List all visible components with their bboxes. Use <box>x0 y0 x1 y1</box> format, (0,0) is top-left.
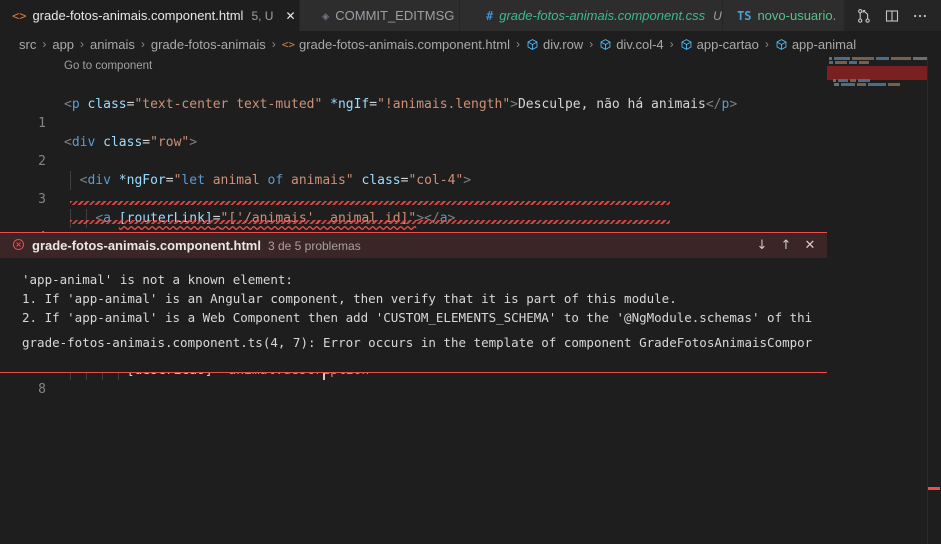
breadcrumb-label: app <box>52 36 75 52</box>
code-editor[interactable]: Go to component 1 <p class="text-center … <box>0 57 941 544</box>
tab-label: grade-fotos-animais.component.css <box>499 8 706 23</box>
symbol-cube-icon <box>599 38 612 51</box>
breadcrumb-item-div-col-4[interactable]: div.col-4 <box>598 37 664 52</box>
symbol-cube-icon <box>680 38 693 51</box>
typescript-file-icon: TS <box>737 8 752 23</box>
line-number: 2 <box>38 154 46 169</box>
more-actions-icon[interactable] <box>907 3 933 29</box>
breadcrumb: src › app › animais › grade-fotos-animai… <box>0 31 941 57</box>
tab-badge: 5, U <box>251 8 274 23</box>
problem-source-location: grade-fotos-animais.component.ts(4, 7): … <box>22 335 813 350</box>
line-number: 1 <box>38 116 46 131</box>
minimap-line <box>829 57 927 60</box>
breadcrumb-item-src[interactable]: src <box>18 37 37 52</box>
breadcrumb-label: app-cartao <box>696 36 759 52</box>
codelens-go-to-component[interactable]: Go to component <box>64 57 152 76</box>
breadcrumb-separator-icon: › <box>589 37 594 51</box>
code-line-2: 2 <div class="row"> <box>0 133 941 169</box>
breadcrumb-separator-icon: › <box>140 37 145 51</box>
previous-problem-icon[interactable]: ↑ <box>776 236 796 256</box>
breadcrumb-item-animais[interactable]: animais <box>89 37 136 52</box>
breadcrumb-item-file[interactable]: <> grade-fotos-animais.component.html <box>281 37 511 52</box>
tab-novo-usuario[interactable]: TS novo-usuario. <box>723 0 845 31</box>
problem-message: 'app-animal' is not a known element: 1. … <box>0 258 828 327</box>
breadcrumb-label: animais <box>90 36 135 52</box>
problem-filename: grade-fotos-animais.component.html <box>32 238 261 253</box>
open-changes-icon[interactable] <box>851 3 877 29</box>
code-text: <a [routerLink]="['/animais', animal.id]… <box>95 211 456 226</box>
problem-message-line: 1. If 'app-animal' is an Angular compone… <box>22 291 677 306</box>
tab-badge: U <box>713 8 722 23</box>
overview-ruler-error-mark <box>928 487 940 490</box>
breadcrumb-label: div.row <box>542 36 584 52</box>
tab-commit-editmsg[interactable]: ◈ COMMIT_EDITMSG <box>300 0 460 31</box>
tab-close-icon[interactable]: ✕ <box>285 8 295 24</box>
codelens-row: Go to component <box>0 57 941 76</box>
breadcrumb-label: app-animal <box>791 36 857 52</box>
breadcrumb-separator-icon: › <box>669 37 674 51</box>
close-panel-icon[interactable]: ✕ <box>800 236 820 256</box>
breadcrumb-label: grade-fotos-animais.component.html <box>298 36 510 52</box>
problem-count: 3 de 5 problemas <box>267 238 361 253</box>
code-text: <div *ngFor="let animal of animais" clas… <box>79 173 472 188</box>
tab-grade-fotos-animais-css[interactable]: # grade-fotos-animais.component.css U <box>460 0 723 31</box>
minimap-line <box>833 79 927 82</box>
error-squiggle-block <box>70 220 670 224</box>
breadcrumb-label: div.col-4 <box>616 36 664 52</box>
breadcrumb-separator-icon: › <box>271 37 276 51</box>
html-file-icon: <> <box>12 8 27 23</box>
code-line-4: 4 <a [routerLink]="['/animais', animal.i… <box>0 209 941 245</box>
editor-actions <box>851 0 941 31</box>
git-file-icon: ◈ <box>322 8 330 23</box>
next-problem-icon[interactable]: ↓ <box>752 236 772 256</box>
minimap-error-highlight <box>827 66 927 80</box>
overview-ruler[interactable] <box>927 57 941 544</box>
breadcrumb-label: src <box>19 36 37 52</box>
breadcrumb-item-grade-fotos-animais[interactable]: grade-fotos-animais <box>150 37 267 52</box>
error-circle-icon <box>12 238 25 253</box>
line-number: 3 <box>38 192 46 207</box>
breadcrumb-separator-icon: › <box>764 37 769 51</box>
html-file-icon: <> <box>281 37 295 51</box>
code-text: <div class="row"> <box>64 135 198 150</box>
problem-hover-panel[interactable]: grade-fotos-animais.component.html 3 de … <box>0 232 828 373</box>
code-line-1: 1 <p class="text-center text-muted" *ngI… <box>0 95 941 131</box>
split-editor-vertical-icon[interactable] <box>879 3 905 29</box>
css-file-icon: # <box>486 8 494 23</box>
error-squiggle-block <box>70 201 670 205</box>
line-number: 8 <box>38 382 46 397</box>
problem-message-line: 'app-animal' is not a known element: <box>22 272 293 287</box>
vscode-window: <> grade-fotos-animais.component.html 5,… <box>0 0 941 544</box>
tab-label: novo-usuario. <box>757 8 837 23</box>
breadcrumb-separator-icon: › <box>515 37 520 51</box>
breadcrumb-separator-icon: › <box>80 37 85 51</box>
minimap[interactable] <box>827 57 927 544</box>
editor-tab-bar: <> grade-fotos-animais.component.html 5,… <box>0 0 941 31</box>
breadcrumb-item-app-animal[interactable]: app-animal <box>774 37 857 52</box>
breadcrumb-label: grade-fotos-animais <box>150 36 266 52</box>
tab-label: COMMIT_EDITMSG <box>335 8 455 23</box>
problem-message-line: 2. If 'app-animal' is a Web Component th… <box>22 310 813 325</box>
code-text: <p class="text-center text-muted" *ngIf=… <box>64 97 738 112</box>
symbol-cube-icon <box>775 38 788 51</box>
symbol-cube-icon <box>526 38 539 51</box>
breadcrumb-item-app[interactable]: app <box>51 37 75 52</box>
minimap-line <box>829 61 927 64</box>
problem-panel-header: grade-fotos-animais.component.html 3 de … <box>0 233 828 258</box>
tab-label: grade-fotos-animais.component.html <box>32 8 244 23</box>
code-line-3: 3 <div *ngFor="let animal of animais" cl… <box>0 171 941 207</box>
tab-grade-fotos-animais-html[interactable]: <> grade-fotos-animais.component.html 5,… <box>0 0 300 31</box>
breadcrumb-separator-icon: › <box>42 37 47 51</box>
breadcrumb-item-app-cartao[interactable]: app-cartao <box>679 37 760 52</box>
problem-panel-actions: ↓ ↑ ✕ <box>752 236 828 256</box>
minimap-line <box>834 83 927 86</box>
breadcrumb-item-div-row[interactable]: div.row <box>525 37 584 52</box>
